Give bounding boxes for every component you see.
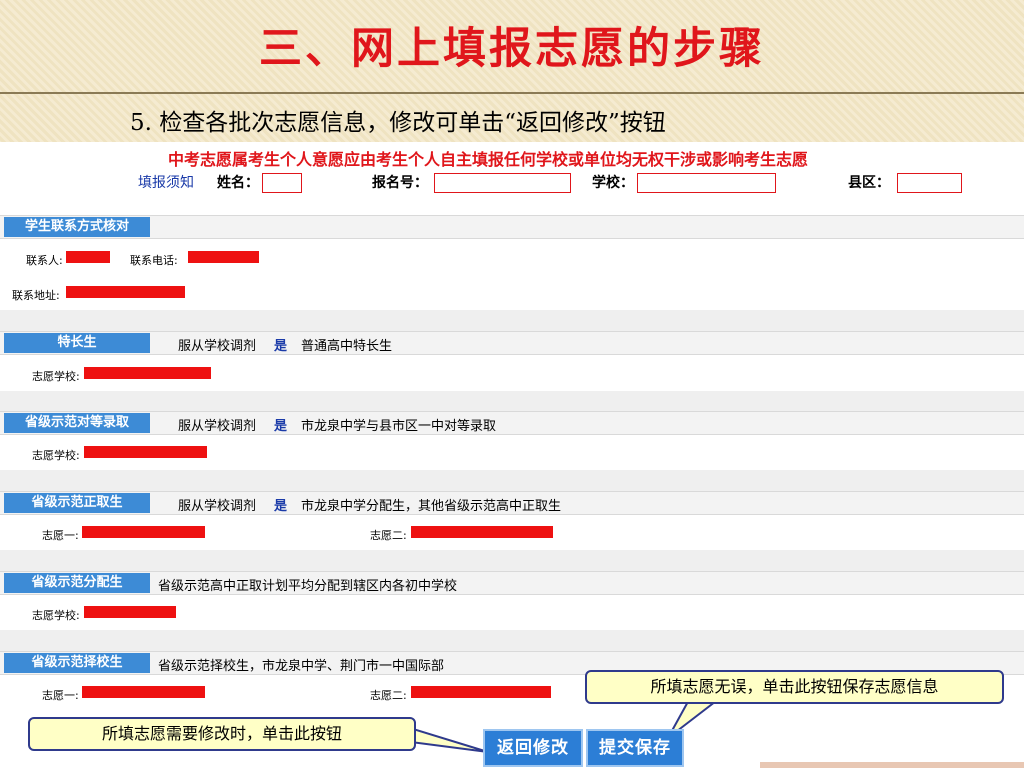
choice-one-value — [82, 526, 205, 538]
section-bar-regular: 省级示范正取生 服从学校调剂 是 市龙泉中学分配生，其他省级示范高中正取生 — [0, 491, 1024, 515]
section-label-specialty: 特长生 — [4, 333, 150, 353]
choice-one-label: 志愿一: — [42, 529, 79, 542]
contact-section-label: 学生联系方式核对 — [4, 217, 150, 237]
choice-two-label: 志愿二: — [370, 689, 407, 702]
step-text: 5. 检查各批次志愿信息，修改可单击“返回修改”按钮 — [130, 110, 666, 136]
back-tip-callout: 所填志愿需要修改时，单击此按钮 — [28, 717, 416, 751]
section-label-allocation: 省级示范分配生 — [4, 573, 150, 593]
section-desc: 省级示范择校生，市龙泉中学、荆门市一中国际部 — [158, 659, 445, 674]
section-desc: 普通高中特长生 — [301, 339, 393, 354]
section-bar-specialty: 特长生 服从学校调剂 是 普通高中特长生 — [0, 331, 1024, 355]
guide-link[interactable]: 填报须知 — [138, 172, 194, 192]
choice-school-value — [84, 446, 207, 458]
contact-person-label: 联系人: — [26, 254, 63, 267]
choice-one-value — [82, 686, 205, 698]
choice-school-value — [84, 606, 176, 618]
choice-school-label: 志愿学校: — [32, 370, 80, 383]
obey-text: 服从学校调剂 — [178, 499, 257, 514]
section-label-regular: 省级示范正取生 — [4, 493, 150, 513]
section-desc: 省级示范高中正取计划平均分配到辖区内各初中学校 — [158, 579, 458, 594]
section-gap — [0, 391, 1024, 413]
obey-yes: 是 — [274, 499, 288, 514]
phone-value — [188, 251, 259, 263]
county-field[interactable] — [897, 173, 962, 193]
section-gap — [0, 550, 1024, 572]
choice-school-label: 志愿学校: — [32, 449, 80, 462]
school-field[interactable] — [637, 173, 776, 193]
address-label: 联系地址: — [12, 289, 60, 302]
contact-section-bar: 学生联系方式核对 — [0, 215, 1024, 239]
section-gap — [0, 470, 1024, 492]
section-label-equal: 省级示范对等录取 — [4, 413, 150, 433]
name-field[interactable] — [262, 173, 302, 193]
section-desc: 市龙泉中学分配生，其他省级示范高中正取生 — [301, 499, 562, 514]
obey-text: 服从学校调剂 — [178, 419, 257, 434]
phone-label: 联系电话: — [130, 254, 178, 267]
reg-field[interactable] — [434, 173, 571, 193]
section-label-selective: 省级示范择校生 — [4, 653, 150, 673]
title-divider — [0, 92, 1024, 94]
obey-yes: 是 — [274, 419, 288, 434]
notice-text: 中考志愿属考生个人意愿应由考生个人自主填报任何学校或单位均无权干涉或影响考生志愿 — [168, 150, 809, 169]
choice-two-value — [411, 686, 551, 698]
section-desc: 市龙泉中学与县市区一中对等录取 — [301, 419, 497, 434]
section-bar-equal: 省级示范对等录取 服从学校调剂 是 市龙泉中学与县市区一中对等录取 — [0, 411, 1024, 435]
name-label: 姓名： — [217, 175, 259, 191]
save-tip-callout: 所填志愿无误，单击此按钮保存志愿信息 — [585, 670, 1004, 704]
slide-title: 三、网上填报志愿的步骤 — [259, 24, 765, 74]
submit-save-button[interactable]: 提交保存 — [586, 729, 684, 767]
reg-label: 报名号： — [372, 175, 428, 191]
obey-text: 服从学校调剂 — [178, 339, 257, 354]
contact-person-value — [66, 251, 110, 263]
choice-school-label: 志愿学校: — [32, 609, 80, 622]
choice-school-value — [84, 367, 211, 379]
county-label: 县区： — [848, 175, 890, 191]
school-label: 学校： — [592, 175, 634, 191]
choice-two-value — [411, 526, 553, 538]
section-gap — [0, 630, 1024, 652]
choice-one-label: 志愿一: — [42, 689, 79, 702]
address-value — [66, 286, 185, 298]
obey-yes: 是 — [274, 339, 288, 354]
back-modify-button[interactable]: 返回修改 — [483, 729, 583, 767]
slide-footer-bar — [760, 762, 1024, 768]
choice-two-label: 志愿二: — [370, 529, 407, 542]
section-bar-allocation: 省级示范分配生 省级示范高中正取计划平均分配到辖区内各初中学校 — [0, 571, 1024, 595]
